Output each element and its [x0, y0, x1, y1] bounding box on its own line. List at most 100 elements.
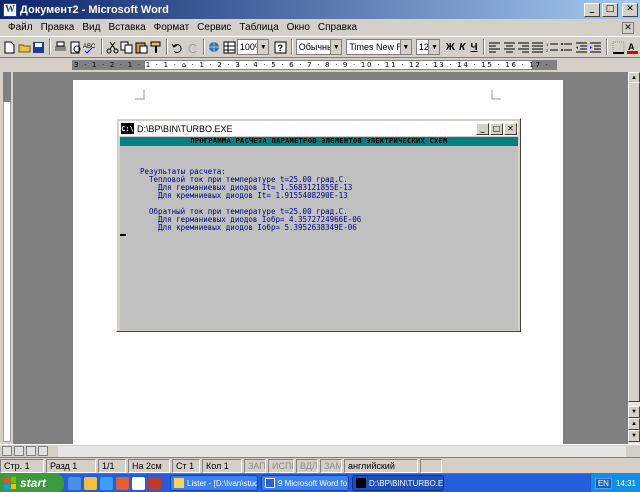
desktop-icon[interactable]: [100, 476, 113, 490]
status-spelling-icon: [420, 458, 442, 473]
menu-view[interactable]: Вид: [78, 22, 104, 33]
status-record[interactable]: ЗАП: [244, 458, 266, 473]
horizontal-ruler[interactable]: 3 · 1 · 2 · 1 · 1 · 1 · ⌂ · 1 · 2 · 3 · …: [0, 58, 640, 72]
close-button[interactable]: ✕: [622, 2, 638, 17]
explorer-icon[interactable]: [84, 476, 97, 490]
maximize-button[interactable]: □: [602, 2, 618, 17]
status-extend[interactable]: ВДЛ: [296, 458, 318, 473]
format-painter-icon[interactable]: [149, 39, 162, 56]
bold-button[interactable]: Ж: [444, 42, 456, 53]
help-icon[interactable]: ?: [273, 39, 287, 56]
borders-icon[interactable]: [611, 39, 625, 56]
scroll-thumb[interactable]: [628, 82, 640, 402]
toolbar: ABC 100% ▼ ? Обычный ▼ Times New Roman ▼…: [0, 36, 640, 58]
new-document-icon[interactable]: [3, 39, 16, 56]
cut-icon[interactable]: [106, 39, 119, 56]
normal-view-icon[interactable]: [2, 446, 12, 456]
ie-icon[interactable]: [68, 476, 81, 490]
style-select[interactable]: Обычный ▼: [295, 39, 343, 55]
console-line: Для кремниевых диодов It= 1.9155408290E-…: [140, 191, 348, 200]
save-icon[interactable]: [32, 39, 45, 56]
align-center-icon[interactable]: [502, 39, 515, 56]
print-icon[interactable]: [54, 39, 67, 56]
vertical-ruler-strip: [3, 82, 11, 442]
status-pages: 1/1: [98, 458, 126, 473]
align-right-icon[interactable]: [517, 39, 530, 56]
outline-view-icon[interactable]: [38, 446, 48, 456]
task-turbo[interactable]: D:\BP\BIN\TURBO.EXE: [352, 475, 444, 491]
crop-mark: [491, 90, 501, 100]
svg-text:?: ?: [277, 43, 283, 53]
menu-tools[interactable]: Сервис: [193, 22, 235, 33]
undo-icon[interactable]: [171, 39, 184, 56]
vertical-scrollbar[interactable]: ▲ ▼ ▲ ▼: [628, 72, 640, 444]
menu-file[interactable]: Файл: [4, 22, 37, 33]
dos-maximize-button[interactable]: □: [490, 122, 503, 135]
app-icon[interactable]: [148, 476, 161, 490]
menu-help[interactable]: Справка: [314, 22, 361, 33]
window-title: Документ2 - Microsoft Word: [20, 3, 169, 16]
align-left-icon[interactable]: [488, 39, 501, 56]
language-indicator[interactable]: EN: [594, 477, 612, 489]
chevron-down-icon[interactable]: ▼: [428, 40, 440, 54]
status-track-changes[interactable]: ИСПР: [268, 458, 294, 473]
svg-text:A: A: [628, 42, 635, 52]
menu-insert[interactable]: Вставка: [104, 22, 149, 33]
redo-icon[interactable]: [186, 39, 199, 56]
underline-button[interactable]: Ч: [468, 42, 480, 53]
font-size-select[interactable]: 12 ▼: [415, 39, 441, 55]
menu-window[interactable]: Окно: [283, 22, 314, 33]
print-preview-icon[interactable]: [69, 39, 82, 56]
task-word[interactable]: 9 Microsoft Word fo...: [261, 475, 349, 491]
next-page-icon[interactable]: ▼: [628, 430, 640, 442]
copy-icon[interactable]: [120, 39, 133, 56]
scroll-down-icon[interactable]: ▼: [628, 406, 640, 418]
system-tray: EN 14:31: [589, 473, 640, 492]
dos-close-button[interactable]: ✕: [504, 122, 517, 135]
status-section: Разд 1: [46, 458, 96, 473]
print-layout-icon[interactable]: [26, 446, 36, 456]
status-overtype[interactable]: ЗАМ: [320, 458, 342, 473]
minimize-button[interactable]: _: [584, 2, 600, 17]
previous-page-icon[interactable]: ▲: [628, 418, 640, 430]
task-lister[interactable]: Lister - [D:\Ivan\stud...: [170, 475, 258, 491]
tables-borders-icon[interactable]: [222, 39, 236, 56]
italic-button[interactable]: К: [456, 42, 468, 53]
menu-edit[interactable]: Правка: [37, 22, 79, 33]
numbering-icon[interactable]: 12: [546, 39, 559, 56]
taskbar: start Lister - [D:\Ivan\stud... 9 Micros…: [0, 473, 640, 492]
status-bar: Стр. 1 Разд 1 1/1 На 2см Ст 1 Кол 1 ЗАП …: [0, 457, 640, 473]
horizontal-scrollbar[interactable]: [58, 446, 626, 457]
justify-icon[interactable]: [531, 39, 544, 56]
spelling-icon[interactable]: ABC: [83, 39, 96, 56]
bullets-icon[interactable]: [560, 39, 573, 56]
clock: 14:31: [615, 478, 636, 488]
paste-icon[interactable]: [134, 39, 148, 56]
ruler-ticks: 3 · 1 · 2 · 1 · 1 · 1 · ⌂ · 1 · 2 · 3 · …: [74, 61, 550, 69]
zoom-select[interactable]: 100% ▼: [236, 39, 270, 55]
media-icon[interactable]: [116, 476, 129, 490]
console-screen[interactable]: ПРОГРАММА РАСЧЕТА ПАРАМЕТРОВ ЭЛЕМЕНТОВ Э…: [120, 137, 518, 330]
menu-table[interactable]: Таблица: [235, 22, 282, 33]
word-app-icon[interactable]: W: [3, 2, 17, 17]
font-color-icon[interactable]: A: [626, 39, 639, 56]
chevron-down-icon[interactable]: ▼: [257, 40, 269, 54]
dos-window[interactable]: C:\ D:\BP\BIN\TURBO.EXE _ □ ✕ ПРОГРАММА …: [116, 118, 521, 332]
console-icon[interactable]: C:\: [121, 123, 134, 134]
increase-indent-icon[interactable]: [589, 39, 602, 56]
chevron-down-icon[interactable]: ▼: [399, 40, 411, 54]
menu-format[interactable]: Формат: [150, 22, 194, 33]
dos-title-bar[interactable]: C:\ D:\BP\BIN\TURBO.EXE _ □ ✕: [119, 121, 518, 136]
decrease-indent-icon[interactable]: [574, 39, 587, 56]
start-button[interactable]: start: [0, 473, 64, 492]
svg-text:2: 2: [546, 48, 549, 53]
app-icon[interactable]: [132, 476, 145, 490]
font-select[interactable]: Times New Roman ▼: [346, 39, 412, 55]
chevron-down-icon[interactable]: ▼: [330, 40, 342, 54]
vertical-ruler[interactable]: [0, 72, 14, 444]
close-document-icon[interactable]: ✕: [622, 21, 634, 34]
web-view-icon[interactable]: [14, 446, 24, 456]
open-folder-icon[interactable]: [17, 39, 31, 56]
dos-minimize-button[interactable]: _: [476, 122, 489, 135]
hyperlink-icon[interactable]: [208, 39, 221, 56]
